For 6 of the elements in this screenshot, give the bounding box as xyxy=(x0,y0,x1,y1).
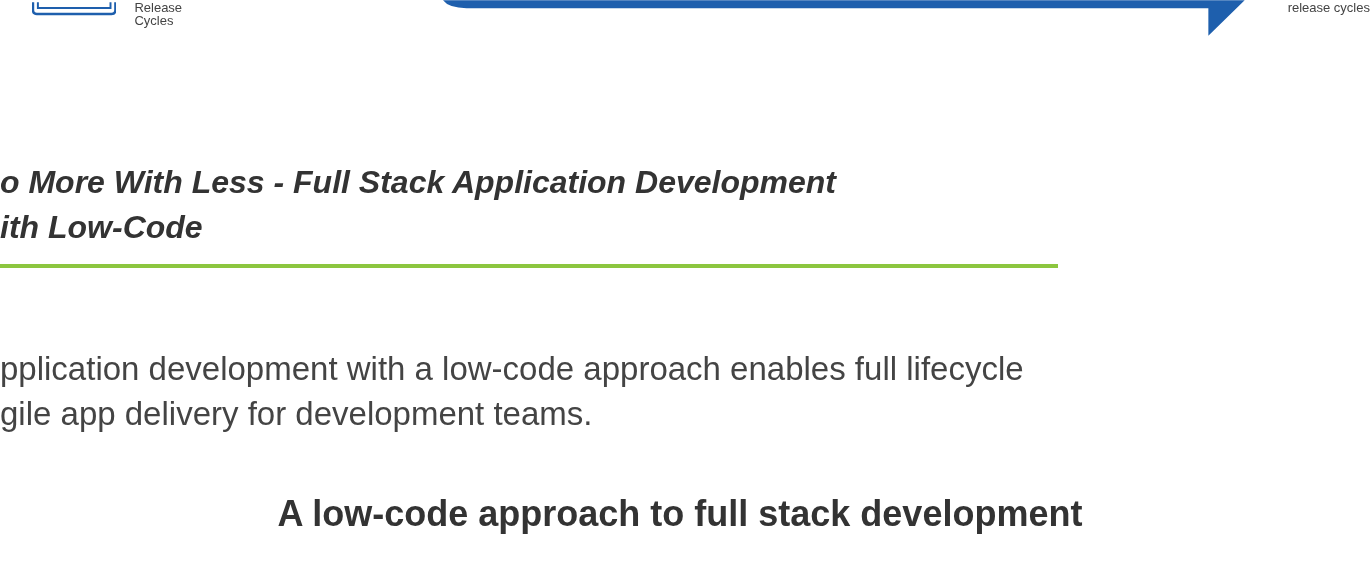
subheading: A low-code approach to full stack development xyxy=(277,494,1083,534)
device-icon xyxy=(32,2,117,16)
intro-paragraph: pplication development with a low-code approach enables full lifecycle gile app delivery for development teams. xyxy=(0,349,1025,434)
section-title: o More With Less - Full Stack Application Development ith Low-Code xyxy=(0,163,838,247)
release-cycles-label: release cycles xyxy=(1287,1,1370,14)
release-cycles-label: Release Cycles xyxy=(134,1,184,27)
